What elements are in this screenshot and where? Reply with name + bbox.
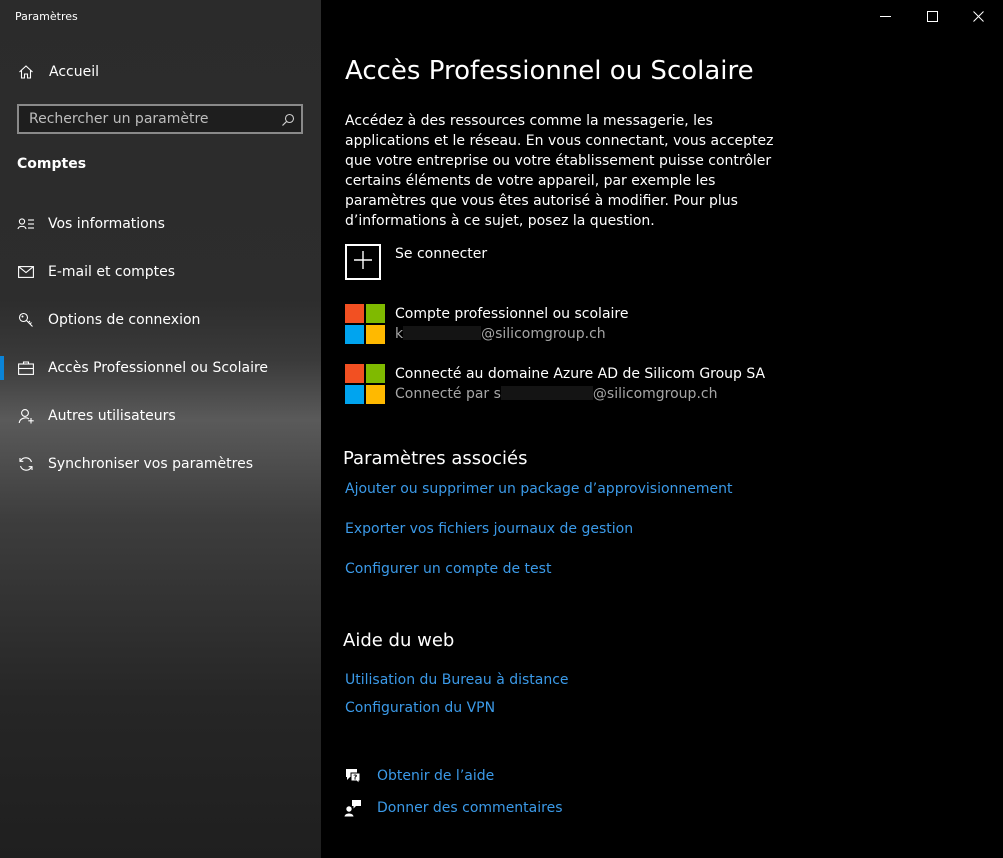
link-provisioning-package[interactable]: Ajouter ou supprimer un package d’approv…	[345, 481, 733, 497]
link-test-account[interactable]: Configurer un compte de test	[345, 561, 551, 577]
connect-label[interactable]: Se connecter	[395, 246, 487, 262]
search-icon[interactable]	[281, 112, 295, 131]
redacted-block	[403, 326, 482, 340]
search-box[interactable]	[17, 104, 303, 134]
person-card-icon	[17, 215, 35, 233]
sidebar-item-acces-professionnel[interactable]: Accès Professionnel ou Scolaire	[0, 348, 321, 388]
feedback-link[interactable]: Donner des commentaires	[343, 797, 563, 819]
sidebar-item-label: Autres utilisateurs	[48, 408, 176, 424]
account-title: Compte professionnel ou scolaire	[395, 306, 629, 322]
sidebar-item-label: Options de connexion	[48, 312, 201, 328]
sidebar: Paramètres Accueil Comptes Vos informati…	[0, 0, 321, 858]
nav-home-label: Accueil	[49, 64, 99, 80]
briefcase-icon	[17, 359, 35, 377]
redacted-block	[500, 386, 593, 400]
link-export-logs[interactable]: Exporter vos fichiers journaux de gestio…	[345, 521, 633, 537]
sidebar-item-vos-informations[interactable]: Vos informations	[0, 204, 321, 244]
web-help-heading: Aide du web	[343, 630, 455, 651]
related-settings-heading: Paramètres associés	[343, 448, 528, 469]
help-chat-icon: ?	[343, 766, 363, 786]
svg-text:?: ?	[353, 773, 357, 781]
microsoft-logo-icon	[345, 364, 385, 404]
get-help-link[interactable]: ? Obtenir de l’aide	[343, 765, 494, 787]
sidebar-item-label: Synchroniser vos paramètres	[48, 456, 253, 472]
sidebar-item-options-connexion[interactable]: Options de connexion	[0, 300, 321, 340]
sidebar-item-label: Vos informations	[48, 216, 165, 232]
search-input[interactable]	[19, 106, 279, 132]
account-item-work[interactable]: Compte professionnel ou scolaire k @silic…	[345, 304, 945, 348]
page-title: Accès Professionnel ou Scolaire	[345, 56, 754, 86]
feedback-label: Donner des commentaires	[377, 800, 563, 816]
nav-home[interactable]: Accueil	[0, 52, 321, 92]
link-remote-desktop[interactable]: Utilisation du Bureau à distance	[345, 672, 569, 688]
sidebar-item-label: E-mail et comptes	[48, 264, 176, 280]
main-content: Accès Professionnel ou Scolaire Accédez …	[321, 0, 1003, 858]
sync-icon	[17, 455, 35, 473]
key-icon	[17, 311, 35, 329]
person-add-icon	[17, 407, 35, 425]
account-item-azure-ad[interactable]: Connecté au domaine Azure AD de Silicom …	[345, 364, 945, 408]
section-title: Comptes	[17, 156, 87, 172]
mail-icon	[17, 263, 35, 281]
feedback-icon	[343, 798, 363, 818]
app-title: Paramètres	[15, 10, 78, 23]
plus-icon	[354, 251, 372, 273]
get-help-label: Obtenir de l’aide	[377, 768, 495, 784]
microsoft-logo-icon	[345, 304, 385, 344]
account-title: Connecté au domaine Azure AD de Silicom …	[395, 366, 766, 382]
sidebar-item-email-comptes[interactable]: E-mail et comptes	[0, 252, 321, 292]
sidebar-item-autres-utilisateurs[interactable]: Autres utilisateurs	[0, 396, 321, 436]
account-connected-by: Connecté par s @silicomgroup.ch	[395, 386, 718, 402]
home-icon	[17, 63, 35, 81]
link-vpn[interactable]: Configuration du VPN	[345, 700, 495, 716]
connect-button[interactable]	[345, 244, 381, 280]
sidebar-item-label: Accès Professionnel ou Scolaire	[48, 360, 269, 376]
account-email: k @silicomgroup.ch	[395, 326, 606, 342]
sidebar-item-synchroniser[interactable]: Synchroniser vos paramètres	[0, 444, 321, 484]
intro-text: Accédez à des ressources comme la messag…	[345, 113, 774, 229]
